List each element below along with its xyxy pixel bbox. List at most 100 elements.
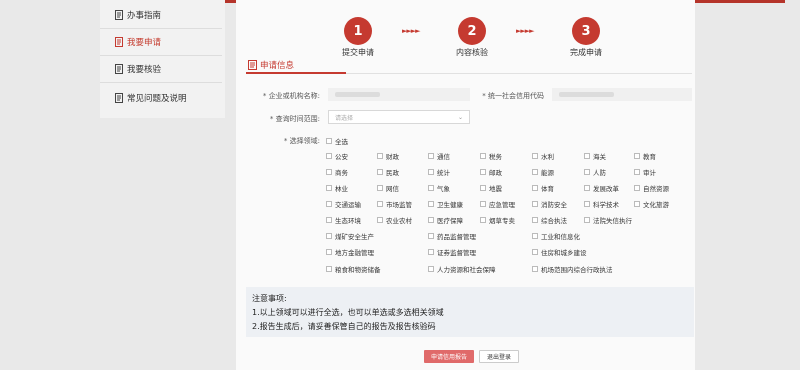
domain-checkbox[interactable]: 证券监督管理 [428, 247, 476, 257]
credit-code-input[interactable] [552, 88, 692, 101]
checkbox-box[interactable] [428, 201, 434, 207]
select-all-checkbox[interactable]: 全选 [326, 136, 348, 146]
checkbox-box[interactable] [377, 217, 383, 223]
domain-checkbox[interactable]: 医疗保障 [428, 215, 463, 225]
checkbox-box[interactable] [584, 153, 590, 159]
checkbox-box[interactable] [584, 217, 590, 223]
domain-checkbox[interactable]: 统计 [428, 167, 450, 177]
domain-checkbox[interactable]: 科学技术 [584, 199, 619, 209]
checkbox-box[interactable] [584, 185, 590, 191]
checkbox-box[interactable] [428, 217, 434, 223]
domain-checkbox[interactable]: 林业 [326, 183, 348, 193]
checkbox-box[interactable] [377, 185, 383, 191]
domain-checkbox[interactable]: 税务 [480, 151, 502, 161]
domain-checkbox[interactable]: 文化旅游 [634, 199, 669, 209]
checkbox-box[interactable] [480, 169, 486, 175]
domain-checkbox[interactable]: 综合执法 [532, 215, 567, 225]
checkbox-box[interactable] [428, 233, 434, 239]
checkbox-box[interactable] [480, 153, 486, 159]
domain-checkbox[interactable]: 气象 [428, 183, 450, 193]
checkbox-box[interactable] [428, 153, 434, 159]
checkbox-box[interactable] [634, 169, 640, 175]
checkbox-box[interactable] [377, 153, 383, 159]
checkbox-box[interactable] [326, 233, 332, 239]
checkbox-box[interactable] [326, 201, 332, 207]
domain-checkbox[interactable]: 教育 [634, 151, 656, 161]
domain-checkbox[interactable]: 人力资源和社会保障 [428, 264, 496, 274]
domain-checkbox[interactable]: 网信 [377, 183, 399, 193]
checkbox-box[interactable] [532, 169, 538, 175]
apply-report-button[interactable]: 申请信用报告 [424, 350, 474, 363]
checkbox-box[interactable] [532, 266, 538, 272]
domain-checkbox[interactable]: 人防 [584, 167, 606, 177]
domain-checkbox[interactable]: 农业农村 [377, 215, 412, 225]
credit-code-label: * 统一社会信用代码 [482, 92, 544, 100]
checkbox-box[interactable] [634, 185, 640, 191]
checkbox-box[interactable] [326, 217, 332, 223]
domain-checkbox[interactable]: 法院失信执行 [584, 215, 632, 225]
domain-checkbox[interactable]: 消防安全 [532, 199, 567, 209]
checkbox-box[interactable] [326, 185, 332, 191]
domain-checkbox[interactable]: 应急管理 [480, 199, 515, 209]
checkbox-box[interactable] [480, 185, 486, 191]
checkbox-box[interactable] [532, 201, 538, 207]
domain-checkbox[interactable]: 发展改革 [584, 183, 619, 193]
checkbox-box[interactable] [428, 169, 434, 175]
checkbox-box[interactable] [480, 217, 486, 223]
domain-checkbox[interactable]: 机场范围内综合行政执法 [532, 264, 613, 274]
checkbox-box[interactable] [584, 169, 590, 175]
checkbox-box[interactable] [532, 249, 538, 255]
checkbox-box[interactable] [326, 266, 332, 272]
checkbox-box[interactable] [326, 138, 332, 144]
checkbox-box[interactable] [326, 153, 332, 159]
checkbox-box[interactable] [532, 185, 538, 191]
sidebar-item-verify[interactable]: 我要核验 [100, 56, 222, 83]
domain-checkbox[interactable]: 公安 [326, 151, 348, 161]
sidebar-item-apply[interactable]: 我要申请 [100, 29, 222, 56]
checkbox-box[interactable] [377, 169, 383, 175]
domain-checkbox[interactable]: 交通运输 [326, 199, 361, 209]
domain-checkbox[interactable]: 审计 [634, 167, 656, 177]
domain-checkbox[interactable]: 能源 [532, 167, 554, 177]
domain-checkbox[interactable]: 商务 [326, 167, 348, 177]
sidebar-item-guide[interactable]: 办事指南 [100, 2, 222, 29]
domain-checkbox[interactable]: 自然资源 [634, 183, 669, 193]
checkbox-label: 生态环境 [335, 217, 361, 225]
domain-checkbox[interactable]: 药品监督管理 [428, 231, 476, 241]
domain-checkbox[interactable]: 住房和城乡建设 [532, 247, 587, 257]
domain-checkbox[interactable]: 通信 [428, 151, 450, 161]
checkbox-box[interactable] [532, 233, 538, 239]
domain-checkbox[interactable]: 邮政 [480, 167, 502, 177]
domain-checkbox[interactable]: 煤矿安全生产 [326, 231, 374, 241]
domain-checkbox[interactable]: 工业和信息化 [532, 231, 580, 241]
domain-checkbox[interactable]: 地震 [480, 183, 502, 193]
domain-checkbox[interactable]: 生态环境 [326, 215, 361, 225]
checkbox-box[interactable] [428, 266, 434, 272]
domain-checkbox[interactable]: 卫生健康 [428, 199, 463, 209]
domain-checkbox[interactable]: 财政 [377, 151, 399, 161]
domain-checkbox[interactable]: 烟草专卖 [480, 215, 515, 225]
sidebar-item-faq[interactable]: 常见问题及说明 [100, 84, 222, 111]
time-range-select[interactable]: 请选择 ⌄ [328, 110, 470, 124]
logout-button[interactable]: 退出登录 [479, 350, 519, 363]
domain-checkbox[interactable]: 水利 [532, 151, 554, 161]
domain-checkbox[interactable]: 市场监管 [377, 199, 412, 209]
checkbox-box[interactable] [634, 153, 640, 159]
domain-checkbox[interactable]: 民政 [377, 167, 399, 177]
domain-checkbox[interactable]: 海关 [584, 151, 606, 161]
step-2-circle: 2 [458, 17, 486, 45]
checkbox-box[interactable] [532, 153, 538, 159]
domain-checkbox[interactable]: 粮食和物资储备 [326, 264, 381, 274]
checkbox-box[interactable] [428, 249, 434, 255]
checkbox-box[interactable] [584, 201, 590, 207]
domain-checkbox[interactable]: 体育 [532, 183, 554, 193]
checkbox-box[interactable] [326, 169, 332, 175]
checkbox-box[interactable] [326, 249, 332, 255]
checkbox-box[interactable] [377, 201, 383, 207]
domain-checkbox[interactable]: 地方金融管理 [326, 247, 374, 257]
checkbox-box[interactable] [532, 217, 538, 223]
checkbox-box[interactable] [480, 201, 486, 207]
checkbox-box[interactable] [634, 201, 640, 207]
company-name-input[interactable] [328, 88, 470, 101]
checkbox-box[interactable] [428, 185, 434, 191]
